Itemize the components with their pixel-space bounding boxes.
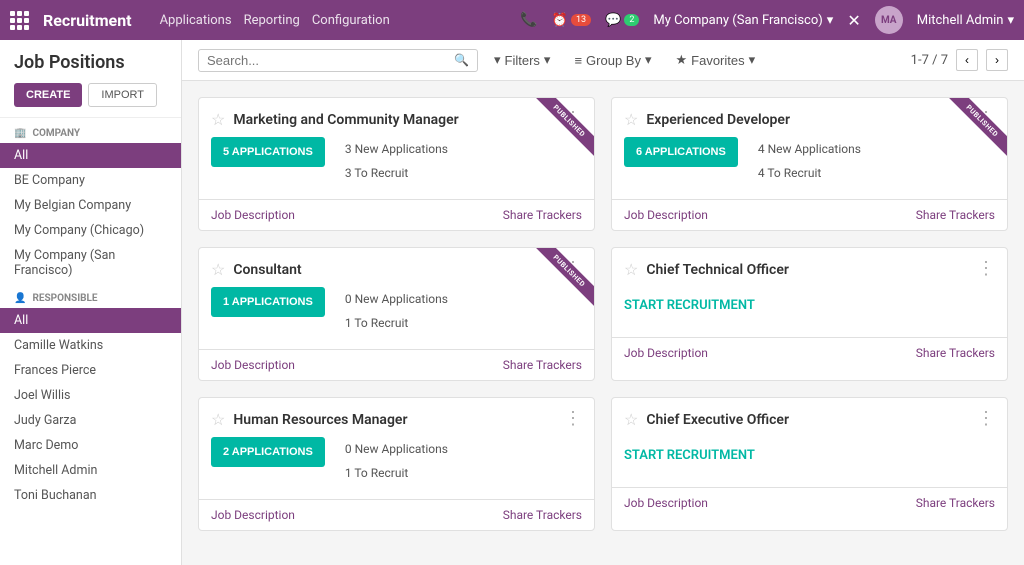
create-button[interactable]: CREATE — [14, 83, 82, 107]
consultant-job-desc-link[interactable]: Job Description — [211, 358, 295, 372]
nav-applications[interactable]: Applications — [160, 13, 232, 28]
expdev-card-title: Experienced Developer — [646, 112, 790, 128]
nav-reporting[interactable]: Reporting — [244, 13, 300, 28]
hr-card-title: Human Resources Manager — [233, 412, 407, 428]
expdev-menu-icon[interactable]: ⋮ — [977, 110, 995, 128]
hr-star-icon[interactable]: ☆ — [211, 410, 225, 429]
cto-share-trackers-link[interactable]: Share Trackers — [916, 346, 995, 360]
card-consultant: ☆ Consultant ⋮ PUBLISHED 1 APPLICATIONS … — [198, 247, 595, 381]
sidebar-item-belgian-company[interactable]: My Belgian Company — [0, 193, 181, 218]
card-ceo: ☆ Chief Executive Officer ⋮ START RECRUI… — [611, 397, 1008, 531]
filters-chevron-icon: ▾ — [544, 52, 551, 68]
main-content: 🔍 ▾ Filters ▾ ≡ Group By ▾ ★ Favorites ▾… — [182, 40, 1024, 565]
company-selector[interactable]: My Company (San Francisco) ▾ — [653, 13, 833, 28]
phone-icon[interactable]: 📞 — [520, 12, 537, 28]
consultant-card-title: Consultant — [233, 262, 301, 278]
sidebar-item-mitchell[interactable]: Mitchell Admin — [0, 458, 181, 483]
card-experienced-dev: ☆ Experienced Developer ⋮ PUBLISHED 6 AP… — [611, 97, 1008, 231]
sidebar-item-be-company[interactable]: BE Company — [0, 168, 181, 193]
marketing-menu-icon[interactable]: ⋮ — [564, 110, 582, 128]
import-button[interactable]: IMPORT — [88, 83, 157, 107]
hr-menu-icon[interactable]: ⋮ — [564, 410, 582, 428]
hr-stats: 0 New Applications 1 To Recruit — [345, 437, 448, 485]
ceo-share-trackers-link[interactable]: Share Trackers — [916, 496, 995, 510]
search-input[interactable] — [207, 53, 454, 68]
favorites-button[interactable]: ★ Favorites ▾ — [668, 48, 764, 72]
next-page-button[interactable]: › — [986, 49, 1008, 71]
search-icon: 🔍 — [454, 53, 469, 67]
prev-page-button[interactable]: ‹ — [956, 49, 978, 71]
sidebar: Job Positions CREATE IMPORT 🏢 COMPANY Al… — [0, 40, 182, 565]
consultant-star-icon[interactable]: ☆ — [211, 260, 225, 279]
hr-job-desc-link[interactable]: Job Description — [211, 508, 295, 522]
message-btn[interactable]: 💬 2 — [605, 13, 639, 28]
sidebar-item-frances[interactable]: Frances Pierce — [0, 358, 181, 383]
consultant-share-trackers-link[interactable]: Share Trackers — [503, 358, 582, 372]
brand-label: Recruitment — [43, 11, 132, 30]
ceo-card-title: Chief Executive Officer — [646, 412, 789, 428]
marketing-app-btn[interactable]: 5 APPLICATIONS — [211, 137, 325, 167]
responsible-section-label: RESPONSIBLE — [32, 293, 97, 304]
grid-icon[interactable] — [10, 11, 29, 30]
expdev-job-desc-link[interactable]: Job Description — [624, 208, 708, 222]
ceo-star-icon[interactable]: ☆ — [624, 410, 638, 429]
top-nav: Recruitment Applications Reporting Confi… — [0, 0, 1024, 40]
sidebar-item-toni[interactable]: Toni Buchanan — [0, 483, 181, 508]
marketing-share-trackers-link[interactable]: Share Trackers — [503, 208, 582, 222]
sidebar-item-marc[interactable]: Marc Demo — [0, 433, 181, 458]
hr-share-trackers-link[interactable]: Share Trackers — [503, 508, 582, 522]
sidebar-item-judy[interactable]: Judy Garza — [0, 408, 181, 433]
card-cto: ☆ Chief Technical Officer ⋮ START RECRUI… — [611, 247, 1008, 381]
marketing-job-desc-link[interactable]: Job Description — [211, 208, 295, 222]
hr-app-btn[interactable]: 2 APPLICATIONS — [211, 437, 325, 467]
activity-btn[interactable]: ⏰ 13 — [552, 13, 591, 28]
consultant-menu-icon[interactable]: ⋮ — [564, 260, 582, 278]
sidebar-item-responsible-all[interactable]: All — [0, 308, 181, 333]
star-favorites-icon: ★ — [676, 52, 688, 68]
cto-card-title: Chief Technical Officer — [646, 262, 789, 278]
cto-start-recruitment-btn[interactable]: START RECRUITMENT — [624, 298, 755, 313]
page-title: Job Positions — [0, 40, 181, 77]
filter-icon: ▾ — [494, 52, 501, 68]
consultant-app-btn[interactable]: 1 APPLICATIONS — [211, 287, 325, 317]
cto-menu-icon[interactable]: ⋮ — [977, 260, 995, 278]
sidebar-item-joel[interactable]: Joel Willis — [0, 383, 181, 408]
ceo-menu-icon[interactable]: ⋮ — [977, 410, 995, 428]
user-avatar[interactable]: MA — [875, 6, 903, 34]
expdev-app-btn[interactable]: 6 APPLICATIONS — [624, 137, 738, 167]
cards-area: ☆ Marketing and Community Manager ⋮ PUBL… — [182, 81, 1024, 565]
building-icon: 🏢 — [14, 128, 26, 139]
person-icon: 👤 — [14, 293, 26, 304]
sidebar-item-camille[interactable]: Camille Watkins — [0, 333, 181, 358]
filters-button[interactable]: ▾ Filters ▾ — [486, 48, 558, 72]
cards-grid: ☆ Marketing and Community Manager ⋮ PUBL… — [198, 97, 1008, 531]
marketing-card-title: Marketing and Community Manager — [233, 112, 458, 128]
favorites-chevron-icon: ▾ — [749, 52, 756, 68]
expdev-star-icon[interactable]: ☆ — [624, 110, 638, 129]
sidebar-item-sf[interactable]: My Company (San Francisco) — [0, 243, 181, 283]
toolbar: 🔍 ▾ Filters ▾ ≡ Group By ▾ ★ Favorites ▾… — [182, 40, 1024, 81]
company-section-label: COMPANY — [32, 128, 80, 139]
cto-job-desc-link[interactable]: Job Description — [624, 346, 708, 360]
marketing-star-icon[interactable]: ☆ — [211, 110, 225, 129]
expdev-stats: 4 New Applications 4 To Recruit — [758, 137, 861, 185]
card-hr-manager: ☆ Human Resources Manager ⋮ 2 APPLICATIO… — [198, 397, 595, 531]
groupby-chevron-icon: ▾ — [645, 52, 652, 68]
group-by-button[interactable]: ≡ Group By ▾ — [566, 48, 659, 72]
search-box: 🔍 — [198, 49, 478, 72]
sidebar-item-chicago[interactable]: My Company (Chicago) — [0, 218, 181, 243]
groupby-icon: ≡ — [574, 53, 582, 68]
close-icon[interactable]: ✕ — [847, 11, 860, 30]
user-name[interactable]: Mitchell Admin ▾ — [917, 13, 1014, 28]
nav-configuration[interactable]: Configuration — [312, 13, 390, 28]
cto-star-icon[interactable]: ☆ — [624, 260, 638, 279]
ceo-job-desc-link[interactable]: Job Description — [624, 496, 708, 510]
consultant-stats: 0 New Applications 1 To Recruit — [345, 287, 448, 335]
ceo-start-recruitment-btn[interactable]: START RECRUITMENT — [624, 448, 755, 463]
expdev-share-trackers-link[interactable]: Share Trackers — [916, 208, 995, 222]
pagination-label: 1-7 / 7 — [911, 53, 948, 68]
card-marketing: ☆ Marketing and Community Manager ⋮ PUBL… — [198, 97, 595, 231]
sidebar-item-company-all[interactable]: All — [0, 143, 181, 168]
marketing-stats: 3 New Applications 3 To Recruit — [345, 137, 448, 185]
